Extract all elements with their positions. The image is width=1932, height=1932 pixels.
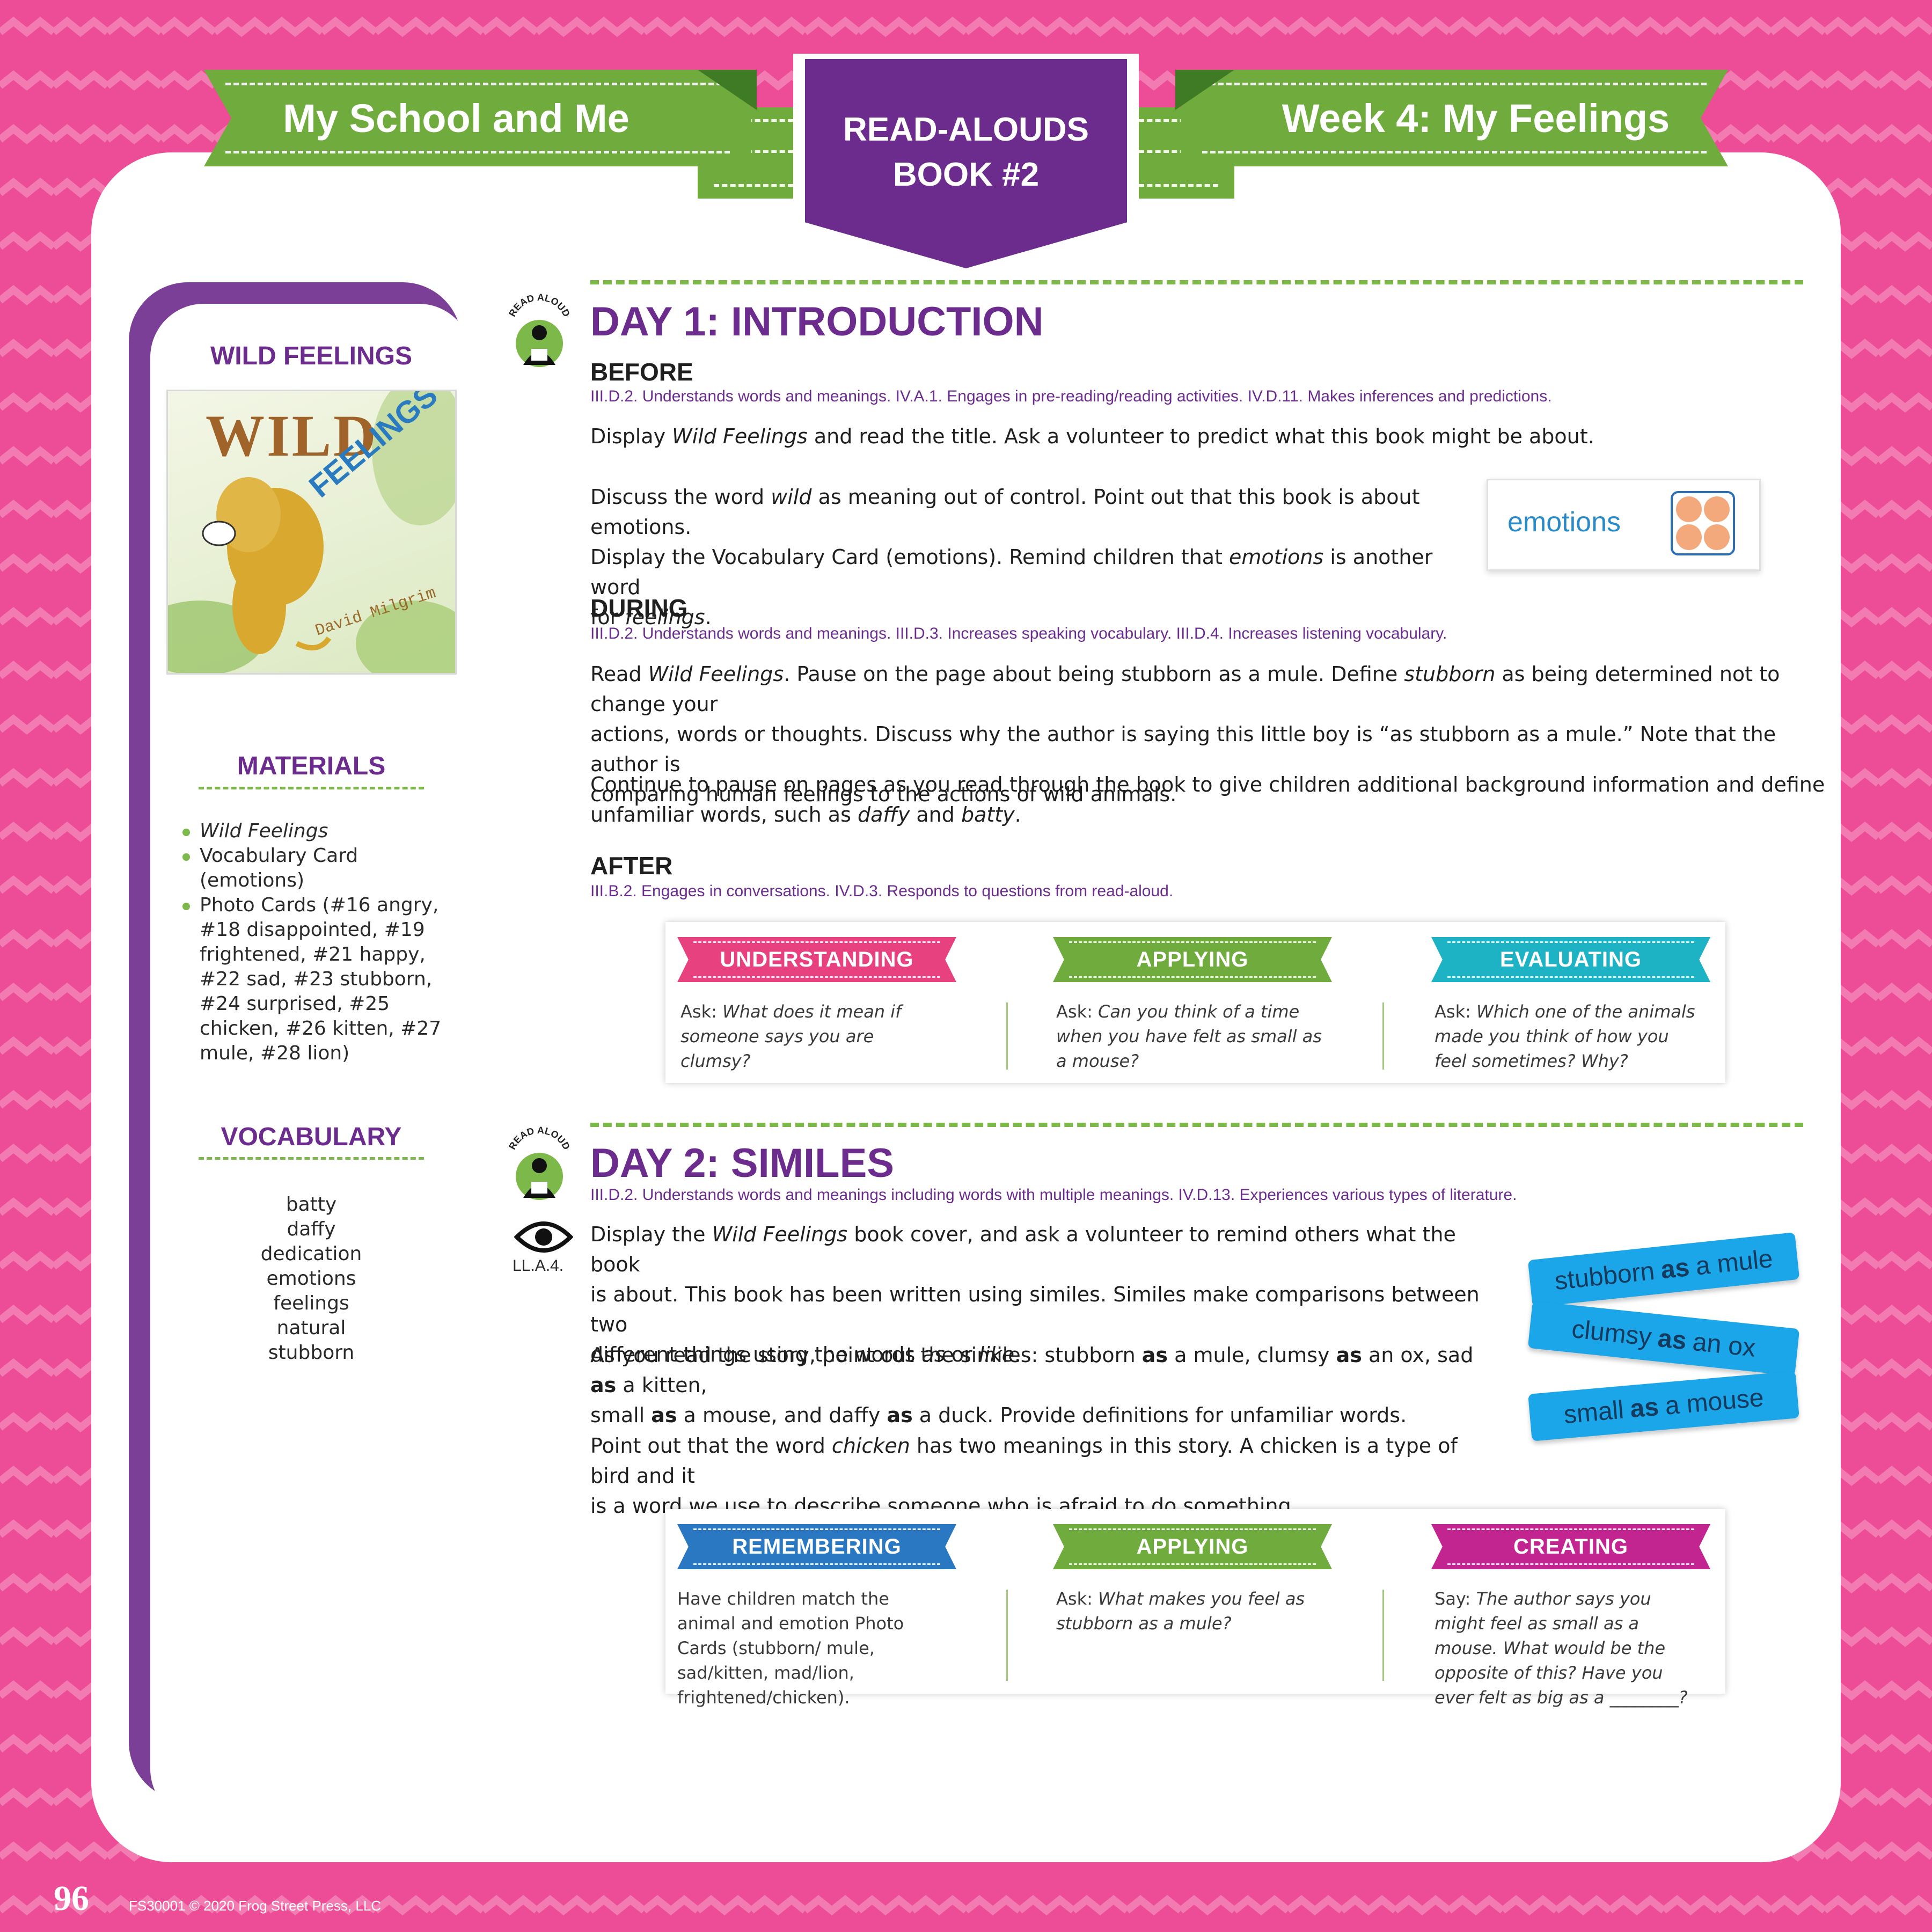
question-separator (1006, 1590, 1008, 1681)
question-separator (1382, 1002, 1384, 1070)
book-cover: WILD FEELINGS David Milgrim (166, 390, 457, 675)
vocab-word: natural (276, 1317, 346, 1339)
vocabulary-title: VOCABULARY (221, 1123, 402, 1151)
material-item: Vocabulary Card (emotions) (182, 844, 462, 893)
vocab-word: batty (286, 1194, 337, 1216)
question-understanding: UNDERSTANDING Ask: What does it mean if … (665, 922, 966, 1083)
before-heading: BEFORE (590, 358, 693, 386)
question-label: CREATING (1431, 1524, 1710, 1569)
material-item: Photo Cards (#16 angry, #18 disappointed… (182, 893, 462, 1066)
vocab-word: stubborn (268, 1342, 355, 1364)
question-label: EVALUATING (1431, 937, 1710, 982)
ribbon-fold-right (1175, 70, 1234, 110)
materials-title: MATERIALS (237, 752, 386, 780)
sidebar: WILD FEELINGS WILD FEELINGS David Milgri… (150, 304, 472, 1823)
question-text: Ask: What does it mean if someone says y… (680, 1001, 902, 1071)
week-title: Week 4: My Feelings (1282, 96, 1670, 141)
day2-standards: III.D.2. Understands words and meanings … (590, 1186, 1517, 1204)
question-label: REMEMBERING (677, 1524, 956, 1569)
unit-banner: My School and Me (204, 70, 751, 166)
day2-question-box: REMEMBERING Have children match the anim… (665, 1509, 1725, 1708)
question-separator (1006, 1002, 1008, 1070)
vocab-word: feelings (273, 1292, 349, 1314)
question-separator (1382, 1590, 1384, 1681)
after-heading: AFTER (590, 852, 673, 880)
question-text: Have children match the animal and emoti… (677, 1589, 904, 1708)
before-standards: III.D.2. Understands words and meanings.… (590, 387, 1552, 405)
faces-photo-icon (1671, 491, 1735, 555)
week-banner: Week 4: My Feelings (1181, 70, 1728, 166)
vocab-word: emotions (266, 1268, 356, 1290)
read-aloud-icon: READ ALOUD (507, 292, 572, 367)
during-standards: III.D.2. Understands words and meanings.… (590, 625, 1447, 642)
materials-list: Wild Feelings Vocabulary Card (emotions)… (182, 819, 462, 1066)
vocab-word: dedication (260, 1243, 362, 1265)
during-paragraph-2: Continue to pause on pages as you read t… (590, 773, 1825, 826)
question-applying: APPLYING Ask: Can you think of a time wh… (1041, 922, 1342, 1083)
svg-text:READ ALOUD: READ ALOUD (507, 1125, 572, 1152)
book-title: WILD FEELINGS (210, 342, 412, 370)
unit-title: My School and Me (283, 96, 630, 141)
day2-paragraph-3: Point out that the word chicken has two … (590, 1434, 1458, 1518)
vocab-word: daffy (287, 1218, 336, 1240)
before-paragraph-2: Discuss the word wild as meaning out of … (590, 485, 1433, 629)
copyright: FS30001 © 2020 Frog Street Press, LLC (129, 1898, 382, 1914)
question-remembering: REMEMBERING Have children match the anim… (665, 1509, 966, 1708)
vocab-card-word: emotions (1507, 507, 1621, 538)
day2-paragraph-2: As you read the story, point out the sim… (590, 1343, 1474, 1427)
svg-text:READ ALOUD: READ ALOUD (507, 292, 572, 319)
question-evaluating: EVALUATING Ask: Which one of the animals… (1419, 922, 1720, 1083)
after-standards: III.B.2. Engages in conversations. IV.D.… (590, 882, 1174, 900)
vocabulary-list: batty daffy dedication emotions feelings… (150, 1192, 472, 1365)
page-number: 96 (54, 1879, 89, 1918)
day2-divider (590, 1123, 1803, 1127)
day1-question-box: UNDERSTANDING Ask: What does it mean if … (665, 922, 1725, 1083)
question-label: APPLYING (1053, 937, 1332, 982)
question-label: UNDERSTANDING (677, 937, 956, 982)
question-text: Say: The author says you might feel as s… (1435, 1589, 1688, 1708)
ribbon-fold-left (698, 70, 757, 110)
vocabulary-card-emotions: emotions (1487, 479, 1761, 571)
day1-divider (590, 280, 1803, 284)
question-text: Ask: Which one of the animals made you t… (1435, 1001, 1695, 1071)
badge-line2: BOOK #2 (892, 156, 1040, 193)
day2-title: DAY 2: SIMILES (590, 1140, 894, 1186)
question-text: Ask: What makes you feel as stubborn as … (1056, 1589, 1305, 1634)
question-creating: CREATING Say: The author says you might … (1419, 1509, 1720, 1708)
read-aloud-icon: READ ALOUD (507, 1125, 572, 1200)
during-heading: DURING (590, 594, 688, 622)
question-label: APPLYING (1053, 1524, 1332, 1569)
question-applying: APPLYING Ask: What makes you feel as stu… (1041, 1509, 1342, 1694)
materials-divider (199, 787, 424, 789)
before-paragraph-1: Display Wild Feelings and read the title… (590, 425, 1594, 448)
material-item: Wild Feelings (182, 819, 462, 844)
vocabulary-divider (199, 1157, 424, 1160)
day1-title: DAY 1: INTRODUCTION (590, 299, 1044, 345)
eye-standard-label: LL.A.4. (513, 1257, 564, 1275)
badge-line1: READ-ALOUDS (843, 111, 1089, 148)
question-text: Ask: Can you think of a time when you ha… (1056, 1001, 1322, 1071)
eye-icon (514, 1221, 573, 1253)
